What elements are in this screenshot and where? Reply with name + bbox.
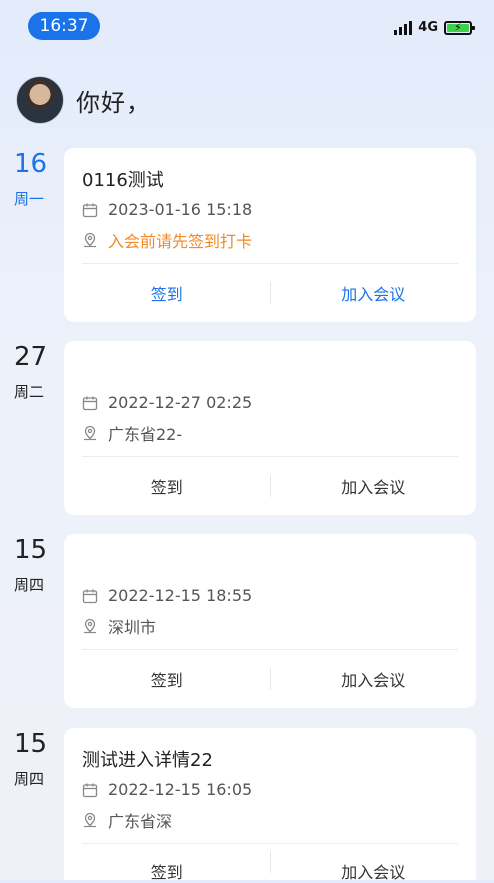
- meeting-datetime: 2022-12-15 18:55: [108, 586, 253, 605]
- card-actions: 签到 加入会议: [64, 650, 476, 708]
- date-column: 16 周一: [14, 148, 54, 209]
- meeting-location: 广东省22-: [108, 425, 183, 444]
- meeting-location-row: 深圳市: [82, 614, 156, 638]
- meeting-card[interactable]: 2022-12-15 18:55 深圳市 签到 加入会议: [64, 534, 476, 708]
- meeting-datetime: 2022-12-15 16:05: [108, 780, 253, 799]
- day-number: 16: [14, 149, 48, 179]
- calendar-icon: [82, 589, 98, 603]
- map-pin-icon: [84, 425, 96, 441]
- join-meeting-button[interactable]: 加入会议: [271, 281, 477, 305]
- day-number: 27: [14, 342, 48, 372]
- meeting-datetime: 2022-12-27 02:25: [108, 393, 253, 412]
- date-column: 15 周四: [14, 534, 54, 595]
- day-number: 15: [14, 729, 48, 759]
- checkin-button[interactable]: 签到: [64, 474, 270, 498]
- meeting-location-row: 广东省22-: [82, 421, 182, 445]
- join-meeting-button[interactable]: 加入会议: [271, 667, 477, 691]
- meeting-location: 入会前请先签到打卡: [108, 232, 253, 251]
- card-actions: 签到 加入会议: [64, 264, 476, 322]
- meeting-location: 深圳市: [108, 618, 157, 637]
- weekday-label: 周四: [14, 576, 45, 594]
- join-meeting-button[interactable]: 加入会议: [271, 474, 477, 498]
- meeting-datetime: 2023-01-16 15:18: [108, 200, 253, 219]
- join-meeting-button[interactable]: 加入会议: [271, 841, 477, 883]
- calendar-icon: [82, 203, 98, 217]
- meeting-datetime-row: 2022-12-27 02:25: [82, 393, 252, 412]
- meeting-datetime-row: 2023-01-16 15:18: [82, 200, 252, 219]
- meeting-datetime-row: 2022-12-15 18:55: [82, 586, 252, 605]
- map-pin-icon: [84, 618, 96, 634]
- calendar-icon: [82, 783, 98, 797]
- meeting-card[interactable]: 2022-12-27 02:25 广东省22- 签到 加入会议: [64, 341, 476, 515]
- date-column: 15 周四: [14, 728, 54, 789]
- meeting-datetime-row: 2022-12-15 16:05: [82, 780, 252, 799]
- meeting-title: 0116测试: [82, 170, 164, 191]
- meeting-title: 测试进入详情22: [82, 750, 213, 771]
- card-actions: 签到 加入会议: [64, 457, 476, 515]
- meeting-location: 广东省深: [108, 812, 173, 831]
- meeting-location-row: 广东省深: [82, 808, 172, 832]
- avatar[interactable]: [16, 76, 64, 124]
- calendar-icon: [82, 396, 98, 410]
- meeting-location-row: 入会前请先签到打卡: [82, 228, 252, 252]
- battery-icon: ⚡: [444, 20, 475, 35]
- meeting-card[interactable]: 0116测试 2023-01-16 15:18 入会前请先签到打卡 签到 加入会…: [64, 148, 476, 322]
- status-bar: 16:37 4G ⚡: [0, 0, 494, 50]
- weekday-label: 周四: [14, 770, 45, 788]
- day-number: 15: [14, 535, 48, 565]
- map-pin-icon: [84, 812, 96, 828]
- signal-icon: [394, 20, 413, 35]
- checkin-button[interactable]: 签到: [64, 667, 270, 691]
- network-type: 4G: [418, 20, 438, 35]
- weekday-label: 周二: [14, 383, 45, 401]
- meeting-card[interactable]: 测试进入详情22 2022-12-15 16:05 广东省深 签到 加入会议: [64, 728, 477, 883]
- map-pin-icon: [84, 232, 96, 248]
- date-column: 27 周二: [14, 341, 54, 402]
- status-time: 16:37: [28, 12, 100, 40]
- weekday-label: 周一: [14, 190, 45, 208]
- checkin-button[interactable]: 签到: [64, 841, 270, 883]
- greeting-text: 你好，: [76, 88, 151, 117]
- status-indicators: 4G ⚡: [394, 20, 475, 35]
- card-actions: 签到 加入会议: [64, 841, 477, 883]
- checkin-button[interactable]: 签到: [64, 281, 270, 305]
- greeting-header: 你好，: [16, 76, 151, 124]
